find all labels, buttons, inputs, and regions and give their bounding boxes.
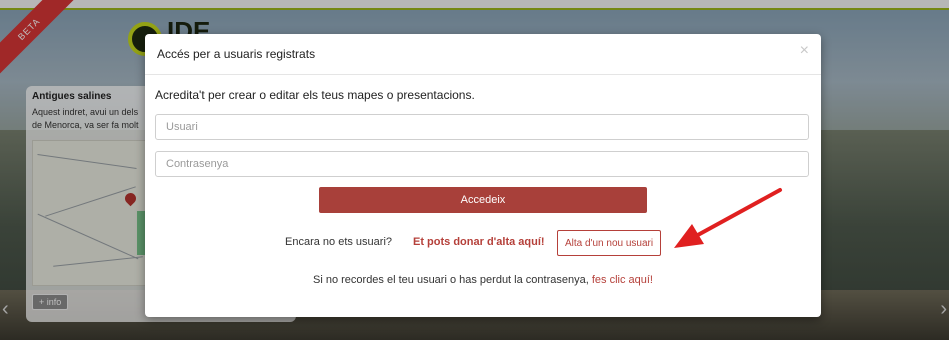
forgot-link[interactable]: fes clic aquí! (592, 274, 653, 286)
username-input[interactable] (155, 114, 809, 140)
close-icon[interactable]: × (800, 42, 809, 60)
forgot-text: Si no recordes el teu usuari o has perdu… (313, 274, 589, 286)
annotation-arrow-icon (674, 188, 782, 248)
login-lead-text: Acredita't per crear o editar els teus m… (155, 88, 475, 102)
modal-header: Accés per a usuaris registrats × (145, 34, 821, 75)
register-link[interactable]: Et pots donar d'alta aquí! (413, 236, 545, 248)
new-user-button[interactable]: Alta d'un nou usuari (557, 230, 662, 256)
login-modal: Accés per a usuaris registrats × Acredit… (145, 34, 821, 317)
forgot-row: Si no recordes el teu usuari o has perdu… (145, 274, 821, 286)
login-submit-button[interactable]: Accedeix (319, 187, 647, 213)
modal-title: Accés per a usuaris registrats (157, 47, 316, 61)
register-question: Encara no ets usuari? (285, 236, 393, 248)
password-input[interactable] (155, 151, 809, 177)
